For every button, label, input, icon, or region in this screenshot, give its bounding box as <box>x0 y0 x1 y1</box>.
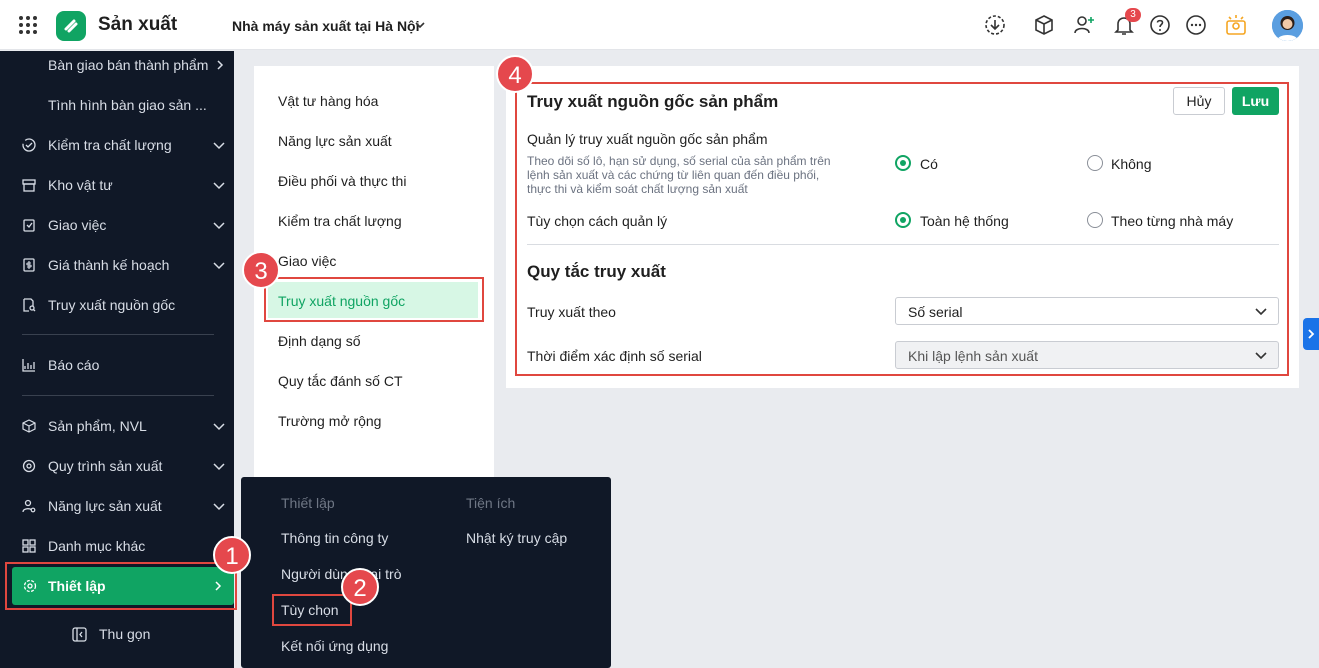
app-title: Sản xuất <box>98 14 178 35</box>
sidebar-item-kho-vat-tu[interactable]: Kho vật tư <box>0 167 234 203</box>
popup-item-access-log[interactable]: Nhật ký truy cập <box>466 530 567 546</box>
highlight-box-2 <box>272 594 352 626</box>
sidebar-item-label: Tình hình bàn giao sản ... <box>48 97 207 113</box>
download-icon[interactable] <box>983 13 1007 37</box>
sidebar-item-label: Năng lực sản xuất <box>48 498 162 514</box>
package-icon[interactable] <box>1032 13 1056 37</box>
process-icon <box>22 459 36 473</box>
settings-menu-item[interactable]: Năng lực sản xuất <box>278 133 392 149</box>
dollar-icon <box>23 258 35 272</box>
chevron-down-icon <box>213 182 225 190</box>
sidebar-item-danh-muc-khac[interactable]: Danh mục khác <box>0 528 234 564</box>
sidebar-item-label: Kho vật tư <box>48 177 113 193</box>
cube-icon <box>22 419 36 433</box>
sidebar-item-label: Giao việc <box>48 217 107 233</box>
box-icon <box>22 179 36 192</box>
collapse-icon <box>72 627 87 642</box>
sidebar-item-nang-luc-san-xuat[interactable]: Năng lực sản xuất <box>0 488 234 524</box>
popup-item-app-connect[interactable]: Kết nối ứng dụng <box>281 638 388 654</box>
settings-menu-item[interactable]: Điều phối và thực thi <box>278 173 406 189</box>
add-user-icon[interactable] <box>1072 13 1096 37</box>
clipboard-icon <box>23 219 35 232</box>
chevron-right-icon <box>1308 329 1315 339</box>
settings-menu-item[interactable]: Giao việc <box>278 253 336 269</box>
chevron-down-icon <box>213 463 225 471</box>
callout-4: 4 <box>496 55 534 93</box>
sidebar-item-truy-xuat-nguon-goc[interactable]: Truy xuất nguồn gốc <box>0 287 234 323</box>
divider <box>22 334 214 335</box>
sidebar-item-label: Bàn giao bán thành phẩm <box>48 57 209 73</box>
sidebar-item-san-pham-nvl[interactable]: Sản phẩm, NVL <box>0 408 234 444</box>
sidebar-item-label: Kiểm tra chất lượng <box>48 137 172 153</box>
sidebar-item-label: Sản phẩm, NVL <box>48 418 147 434</box>
sidebar-item-bao-cao[interactable]: Báo cáo <box>0 347 234 383</box>
settings-menu-item[interactable]: Quy tắc đánh số CT <box>278 373 403 389</box>
idea-icon[interactable] <box>1224 13 1248 37</box>
callout-1: 1 <box>213 536 251 574</box>
highlight-box-1 <box>5 562 237 610</box>
sidebar-item-label: Báo cáo <box>48 357 100 373</box>
chevron-right-icon <box>217 60 224 70</box>
app-logo <box>56 11 86 41</box>
collapse-label: Thu gọn <box>99 626 151 642</box>
factory-selector[interactable]: Nhà máy sản xuất tại Hà Nội <box>232 18 420 34</box>
more-icon[interactable] <box>1184 13 1208 37</box>
chevron-down-icon <box>213 503 225 511</box>
callout-2: 2 <box>341 568 379 606</box>
sidebar-item-giao-viec[interactable]: Giao việc <box>0 207 234 243</box>
settings-menu-item[interactable]: Định dạng số <box>278 333 361 349</box>
sidebar-item-tinh-hinh-ban-giao[interactable]: Tình hình bàn giao sản ... <box>0 87 234 123</box>
settings-menu-item[interactable]: Kiểm tra chất lượng <box>278 213 402 229</box>
chevron-down-icon <box>213 262 225 270</box>
avatar[interactable] <box>1272 10 1303 41</box>
sidebar-item-gia-thanh-ke-hoach[interactable]: Giá thành kế hoạch <box>0 247 234 283</box>
side-panel-toggle[interactable] <box>1303 318 1319 350</box>
callout-3: 3 <box>242 251 280 289</box>
divider <box>22 395 214 396</box>
sidebar-item-label: Giá thành kế hoạch <box>48 257 170 273</box>
highlight-box-4 <box>515 82 1289 376</box>
chevron-down-icon <box>213 222 225 230</box>
settings-popup: Thiết lập Tiện ích Thông tin công ty Ngư… <box>241 477 611 668</box>
sidebar-item-ban-giao-ban-thanh-pham[interactable]: Bàn giao bán thành phẩm <box>0 47 234 83</box>
top-bar: Sản xuất Nhà máy sản xuất tại Hà Nội 3 <box>0 0 1319 50</box>
highlight-box-3 <box>264 277 484 322</box>
settings-menu-item[interactable]: Vật tư hàng hóa <box>278 93 378 109</box>
popup-header-settings: Thiết lập <box>281 495 335 511</box>
search-doc-icon <box>23 298 36 312</box>
user-gear-icon <box>22 499 36 513</box>
chevron-down-icon[interactable] <box>414 20 426 30</box>
notification-badge: 3 <box>1125 8 1141 22</box>
sidebar-item-label: Danh mục khác <box>48 538 146 554</box>
help-icon[interactable] <box>1148 13 1172 37</box>
popup-header-utilities: Tiện ích <box>466 495 516 511</box>
app-launcher-icon[interactable] <box>19 16 37 34</box>
sidebar-item-kiem-tra-chat-luong[interactable]: Kiểm tra chất lượng <box>0 127 234 163</box>
check-circle-icon <box>22 138 36 152</box>
chevron-down-icon <box>213 423 225 431</box>
chevron-down-icon <box>213 142 225 150</box>
chart-icon <box>22 359 35 372</box>
sidebar-item-label: Truy xuất nguồn gốc <box>48 297 176 313</box>
sidebar-item-label: Quy trình sản xuất <box>48 458 163 474</box>
sidebar-item-quy-trinh-san-xuat[interactable]: Quy trình sản xuất <box>0 448 234 484</box>
popup-item-company-info[interactable]: Thông tin công ty <box>281 530 388 546</box>
settings-menu-item[interactable]: Trường mở rộng <box>278 413 381 429</box>
grid-icon <box>22 539 36 553</box>
